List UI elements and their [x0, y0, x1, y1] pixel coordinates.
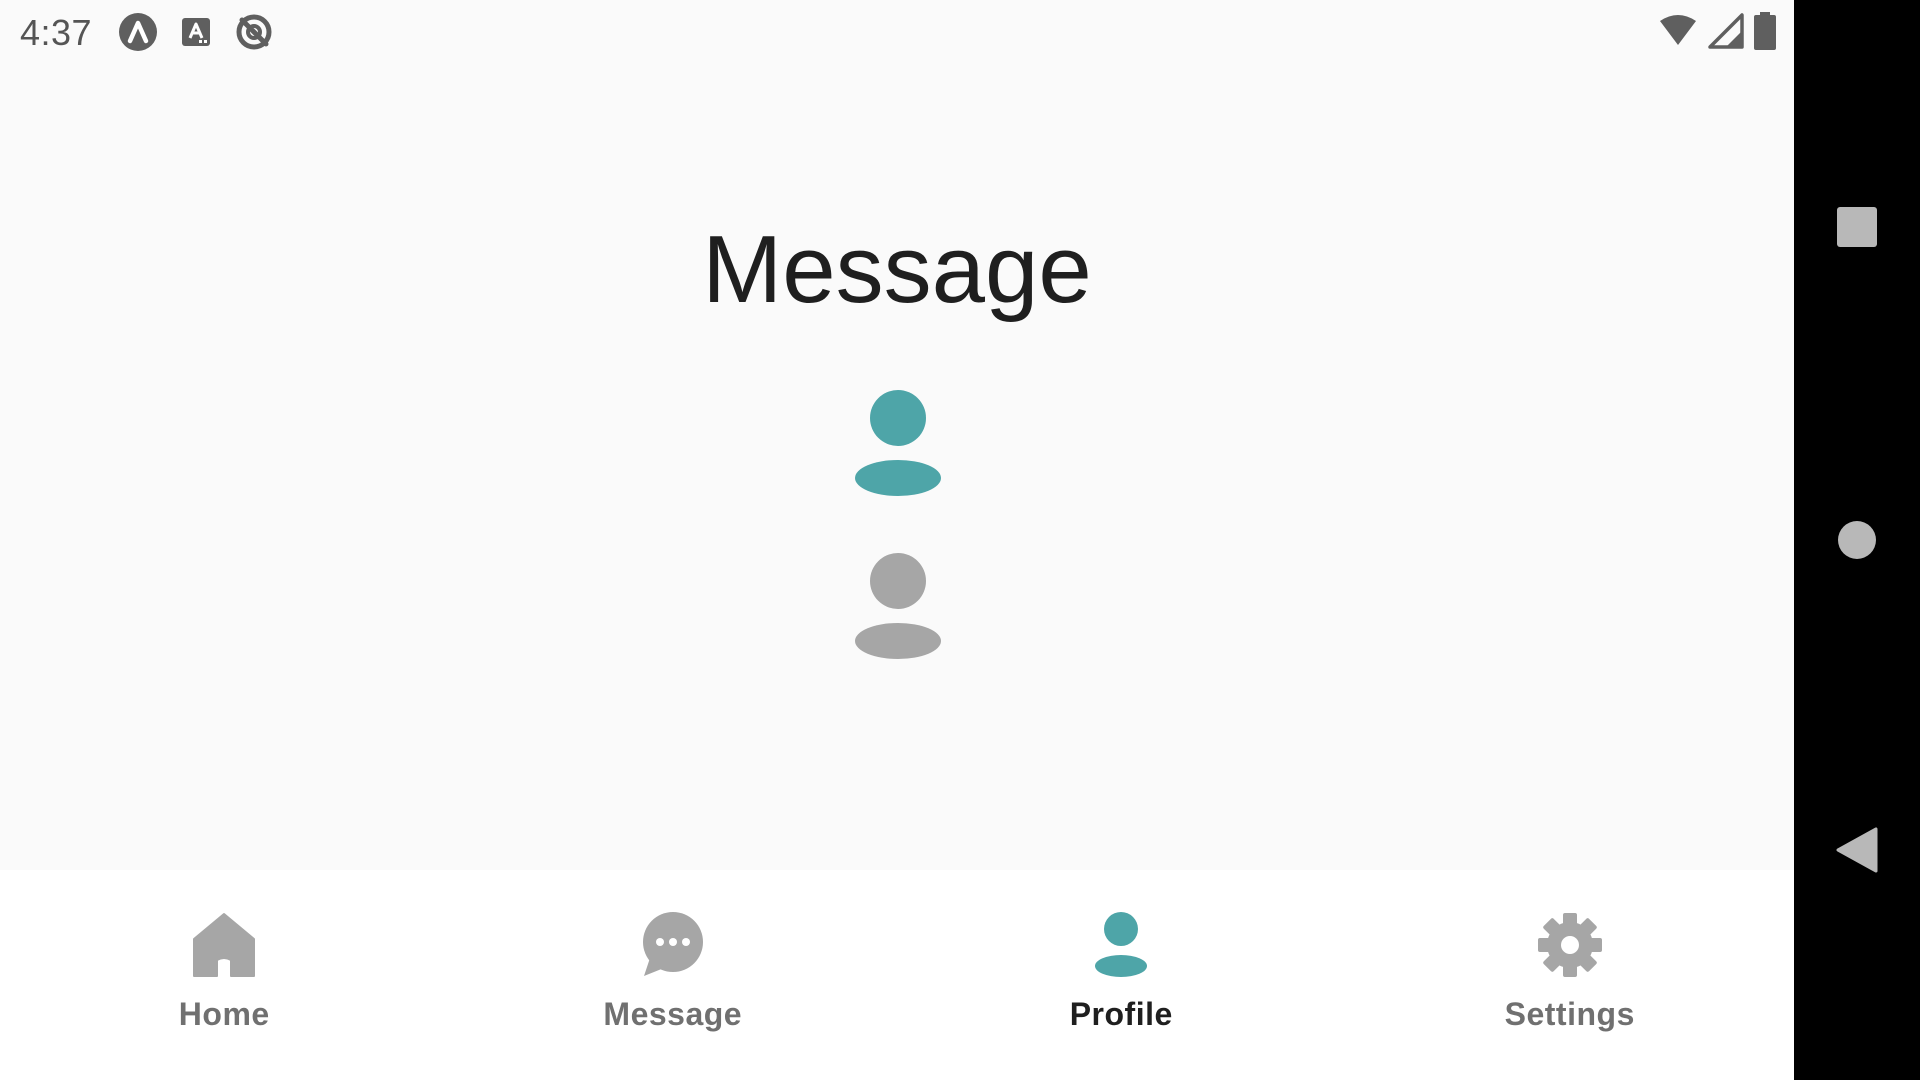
- cellular-signal-icon: [1708, 13, 1744, 49]
- nav-label-profile: Profile: [1069, 996, 1173, 1032]
- status-notification-icons: [118, 12, 274, 52]
- person-icon[interactable]: [855, 390, 941, 498]
- system-navigation-bar: [1794, 0, 1920, 1080]
- nav-item-message[interactable]: Message: [449, 870, 898, 1080]
- back-triangle-icon[interactable]: [1827, 820, 1887, 880]
- app-logo-icon: [118, 12, 158, 52]
- no-sync-icon: [234, 12, 274, 52]
- nav-item-profile[interactable]: Profile: [897, 870, 1346, 1080]
- recent-apps-icon[interactable]: [1827, 197, 1887, 257]
- app-screen: 4:37 Message Home Message Profile Settin…: [0, 0, 1794, 1080]
- person-icon: [1088, 912, 1154, 978]
- keyboard-a-icon: [180, 16, 212, 48]
- bottom-navigation: Home Message Profile Settings: [0, 870, 1794, 1080]
- nav-label-home: Home: [178, 996, 270, 1032]
- status-bar: 4:37: [0, 0, 1794, 64]
- status-time: 4:37: [20, 12, 93, 53]
- nav-item-home[interactable]: Home: [0, 870, 449, 1080]
- nav-item-settings[interactable]: Settings: [1346, 870, 1795, 1080]
- nav-label-message: Message: [603, 996, 743, 1032]
- gear-icon: [1537, 912, 1603, 978]
- chat-bubble-icon: [640, 912, 706, 978]
- nav-label-settings: Settings: [1504, 996, 1635, 1032]
- battery-icon: [1754, 12, 1776, 50]
- status-system-icons: [1658, 12, 1776, 50]
- wifi-icon: [1658, 13, 1698, 49]
- page-title: Message: [702, 216, 1092, 323]
- person-icon[interactable]: [855, 553, 941, 661]
- home-circle-icon[interactable]: [1827, 510, 1887, 570]
- home-icon: [191, 912, 257, 978]
